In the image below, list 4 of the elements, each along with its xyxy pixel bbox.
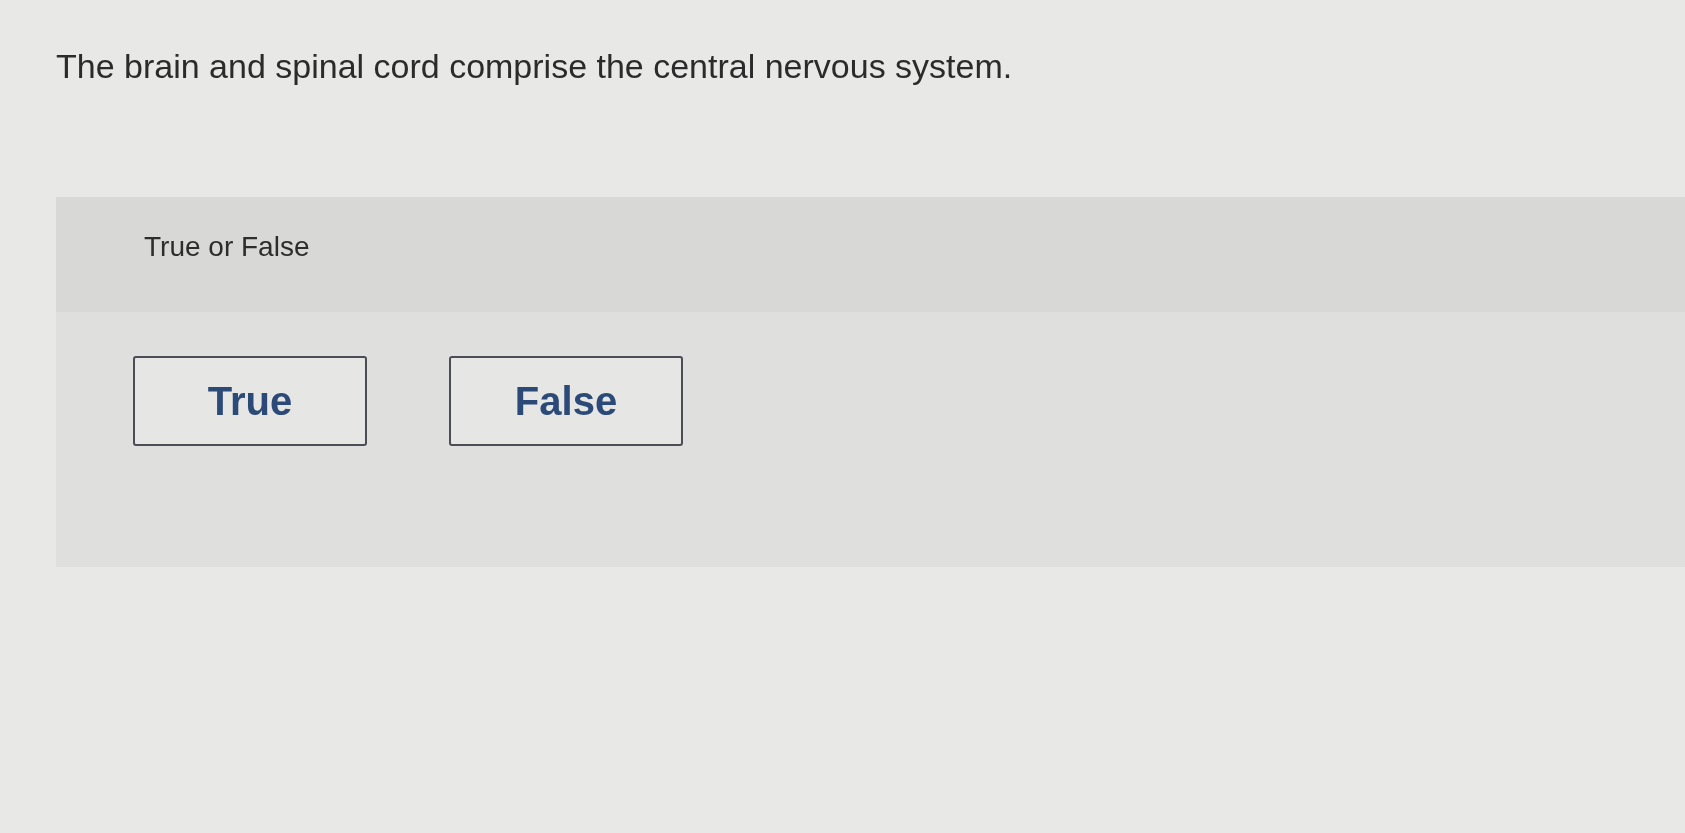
prompt-text: True or False [144, 230, 310, 263]
answer-option-button[interactable]: True [133, 356, 367, 446]
answer-option-button[interactable]: False [449, 356, 683, 446]
question-text: The brain and spinal cord comprise the central nervous system. [56, 46, 1013, 87]
